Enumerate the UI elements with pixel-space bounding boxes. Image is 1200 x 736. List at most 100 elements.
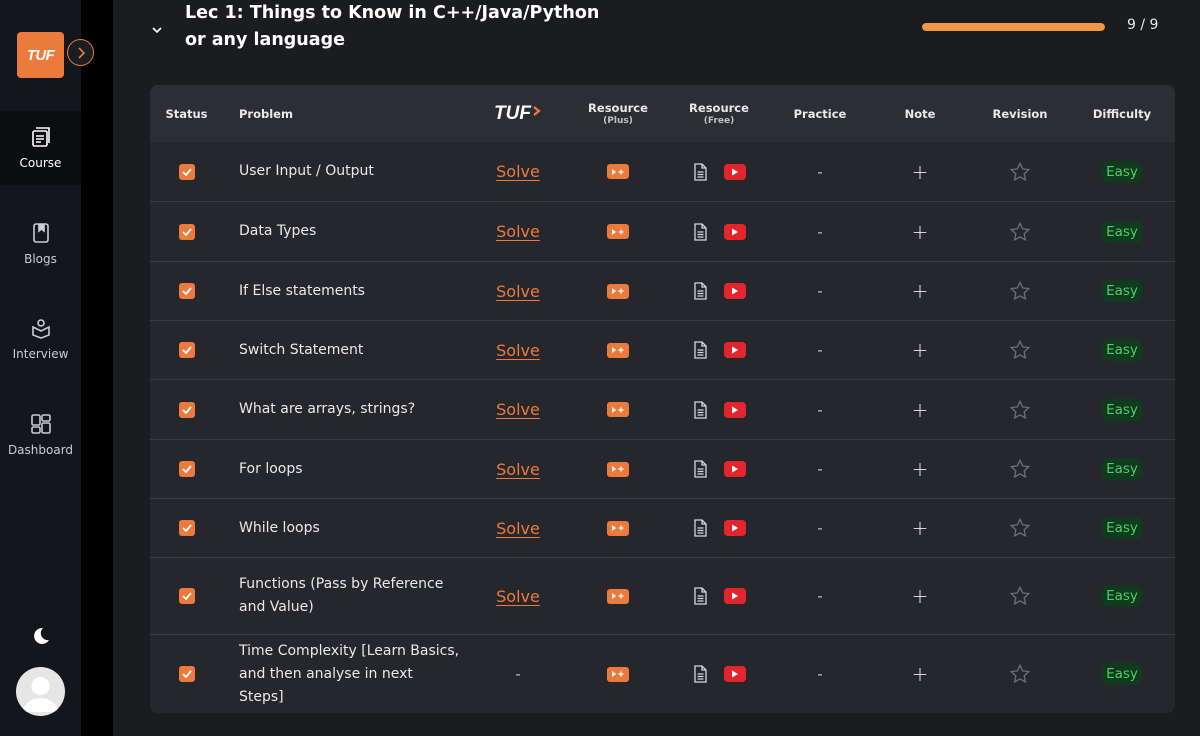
article-icon[interactable] bbox=[693, 665, 708, 683]
solve-link[interactable]: Solve bbox=[496, 519, 540, 538]
difficulty-cell: Easy bbox=[1070, 262, 1174, 320]
add-note-button[interactable]: + bbox=[912, 398, 929, 422]
youtube-icon[interactable] bbox=[723, 342, 746, 358]
solve-link[interactable]: Solve bbox=[496, 341, 540, 360]
status-checkbox[interactable] bbox=[178, 401, 195, 418]
difficulty-badge: Easy bbox=[1102, 458, 1142, 480]
plus-video-icon[interactable] bbox=[607, 461, 629, 477]
add-note-button[interactable]: + bbox=[912, 160, 929, 184]
header-revision-label: Revision bbox=[992, 106, 1048, 121]
play-icon bbox=[731, 346, 738, 354]
solve-link[interactable]: Solve bbox=[496, 400, 540, 419]
youtube-icon[interactable] bbox=[723, 666, 746, 682]
table-row: Data Types Solve - + Easy bbox=[150, 201, 1175, 261]
star-icon[interactable] bbox=[1009, 221, 1031, 243]
practice-value: - bbox=[817, 519, 823, 537]
youtube-icon[interactable] bbox=[723, 588, 746, 604]
article-icon[interactable] bbox=[693, 162, 708, 181]
plus-video-icon[interactable] bbox=[607, 588, 629, 604]
plus-video-icon[interactable] bbox=[607, 402, 629, 417]
problem-name: User Input / Output bbox=[239, 163, 374, 179]
note-cell: + bbox=[870, 321, 970, 379]
star-icon[interactable] bbox=[1009, 339, 1031, 361]
star-icon[interactable] bbox=[1009, 161, 1031, 183]
plus-video-icon[interactable] bbox=[607, 283, 629, 299]
article-icon[interactable] bbox=[693, 282, 708, 300]
tuf-logo[interactable]: TUF bbox=[17, 32, 64, 78]
difficulty-cell: Easy bbox=[1070, 202, 1174, 261]
star-icon[interactable] bbox=[1009, 280, 1031, 302]
resource-plus-cell bbox=[568, 321, 668, 379]
nav-item-dashboard[interactable]: Dashboard bbox=[0, 398, 81, 472]
chevron-down-icon bbox=[152, 27, 162, 34]
solve-link[interactable]: Solve bbox=[496, 282, 540, 301]
article-icon[interactable] bbox=[693, 587, 708, 605]
youtube-icon[interactable] bbox=[723, 461, 746, 477]
star-icon[interactable] bbox=[1009, 517, 1031, 539]
article-icon[interactable] bbox=[693, 341, 708, 359]
plus-video-icon[interactable] bbox=[607, 164, 629, 179]
play-plus-icon bbox=[612, 525, 624, 531]
add-note-button[interactable]: + bbox=[912, 516, 929, 540]
add-note-button[interactable]: + bbox=[912, 338, 929, 362]
practice-cell: - bbox=[770, 499, 870, 557]
solve-link[interactable]: Solve bbox=[496, 222, 540, 241]
solve-link[interactable]: Solve bbox=[496, 460, 540, 479]
nav-item-blogs[interactable]: Blogs bbox=[0, 207, 81, 281]
problem-cell: For loops bbox=[239, 440, 461, 498]
solve-cell: Solve bbox=[468, 440, 568, 498]
status-cell bbox=[150, 440, 223, 498]
youtube-icon[interactable] bbox=[723, 283, 746, 299]
practice-value: - bbox=[817, 587, 823, 605]
add-note-button[interactable]: + bbox=[912, 662, 929, 686]
header-note: Note bbox=[870, 85, 970, 142]
plus-video-icon[interactable] bbox=[607, 342, 629, 358]
status-checkbox[interactable] bbox=[178, 588, 195, 604]
play-plus-icon bbox=[612, 347, 624, 353]
solve-cell: Solve bbox=[468, 202, 568, 261]
youtube-icon[interactable] bbox=[723, 401, 746, 418]
plus-video-icon[interactable] bbox=[607, 666, 629, 682]
article-icon[interactable] bbox=[693, 460, 708, 478]
play-icon bbox=[731, 406, 738, 413]
status-checkbox[interactable] bbox=[178, 223, 195, 240]
user-avatar[interactable] bbox=[16, 667, 65, 716]
table-row: Switch Statement Solve - + Easy bbox=[150, 320, 1175, 379]
star-icon[interactable] bbox=[1009, 399, 1031, 421]
status-checkbox[interactable] bbox=[178, 342, 195, 358]
plus-video-icon[interactable] bbox=[607, 224, 629, 239]
chevron-right-icon bbox=[77, 46, 85, 59]
plus-video-icon[interactable] bbox=[607, 520, 629, 536]
main-content: Lec 1: Things to Know in C++/Java/Python… bbox=[113, 0, 1200, 736]
nav-item-interview[interactable]: Interview bbox=[0, 302, 81, 376]
nav-item-course[interactable]: Course bbox=[0, 111, 81, 185]
star-icon[interactable] bbox=[1009, 663, 1031, 685]
add-note-button[interactable]: + bbox=[912, 279, 929, 303]
youtube-icon[interactable] bbox=[723, 223, 746, 240]
practice-cell: - bbox=[770, 440, 870, 498]
nav-label: Interview bbox=[12, 347, 69, 361]
problem-cell: What are arrays, strings? bbox=[239, 380, 461, 439]
note-cell: + bbox=[870, 635, 970, 713]
status-checkbox[interactable] bbox=[178, 163, 195, 180]
sidebar-expand-button[interactable] bbox=[67, 39, 94, 66]
add-note-button[interactable]: + bbox=[912, 220, 929, 244]
youtube-icon[interactable] bbox=[723, 163, 746, 180]
solve-link[interactable]: Solve bbox=[496, 587, 540, 606]
article-icon[interactable] bbox=[693, 519, 708, 537]
dark-mode-toggle[interactable] bbox=[29, 625, 51, 651]
solve-cell: Solve bbox=[468, 558, 568, 634]
status-checkbox[interactable] bbox=[178, 666, 195, 682]
article-icon[interactable] bbox=[693, 400, 708, 419]
status-checkbox[interactable] bbox=[178, 461, 195, 477]
collapse-section-button[interactable] bbox=[151, 20, 163, 39]
article-icon[interactable] bbox=[693, 222, 708, 241]
add-note-button[interactable]: + bbox=[912, 457, 929, 481]
status-checkbox[interactable] bbox=[178, 283, 195, 299]
solve-link[interactable]: Solve bbox=[496, 162, 540, 181]
status-checkbox[interactable] bbox=[178, 520, 195, 536]
star-icon[interactable] bbox=[1009, 585, 1031, 607]
add-note-button[interactable]: + bbox=[912, 584, 929, 608]
star-icon[interactable] bbox=[1009, 458, 1031, 480]
youtube-icon[interactable] bbox=[723, 520, 746, 536]
